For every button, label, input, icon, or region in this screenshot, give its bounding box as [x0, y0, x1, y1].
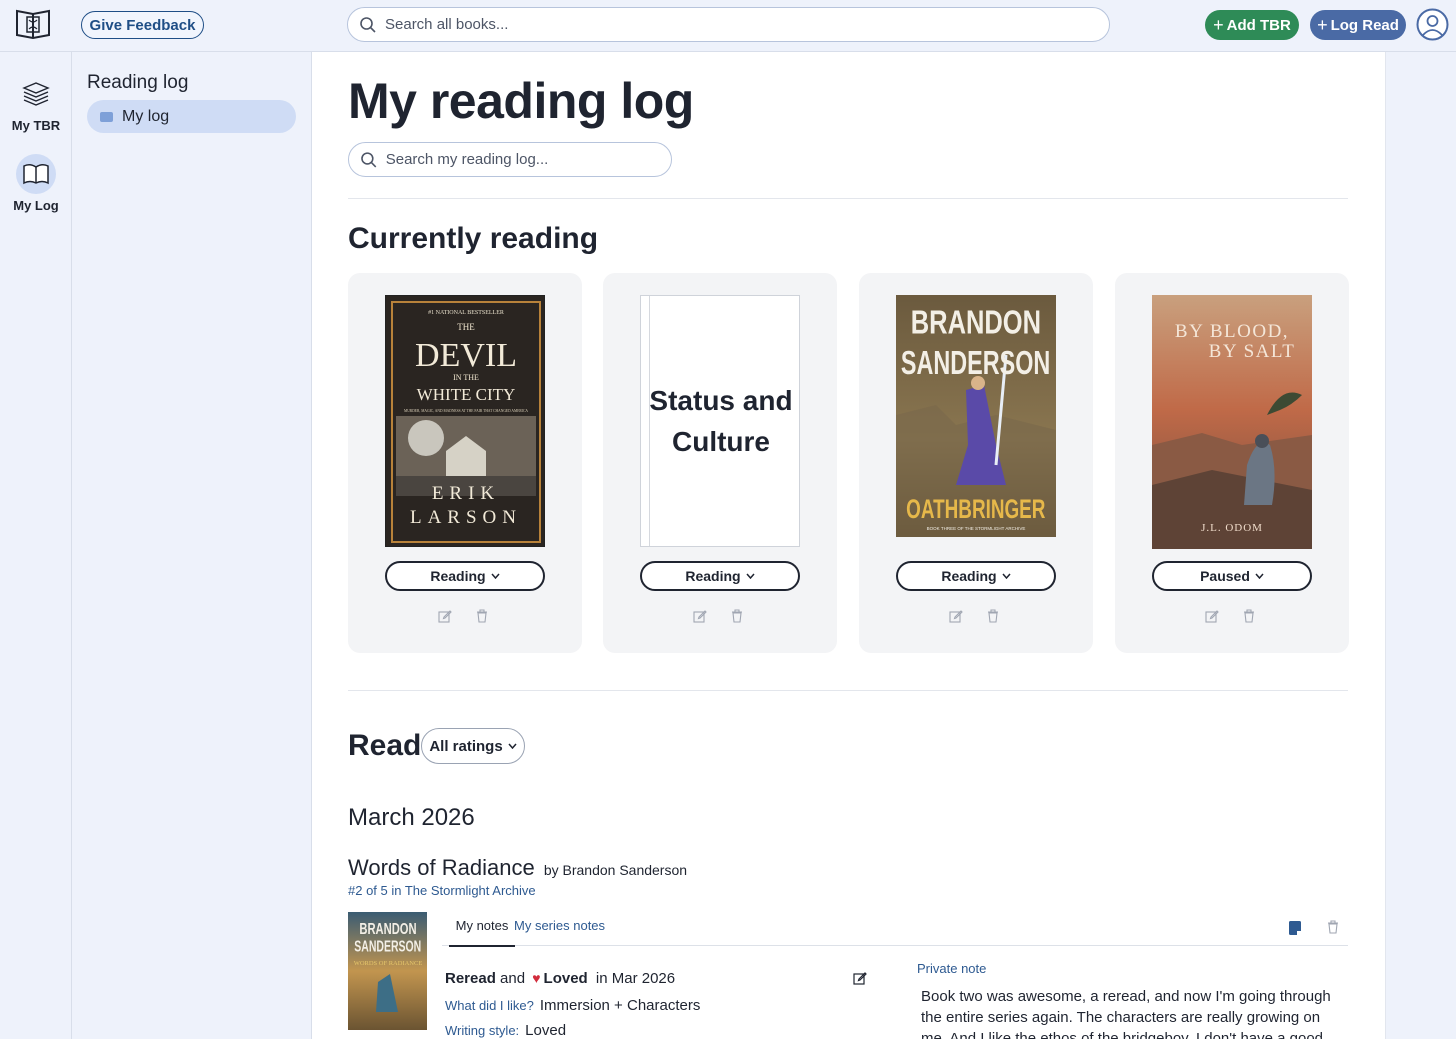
cover-text: DEVIL	[415, 337, 517, 374]
plus-icon: +	[1317, 14, 1328, 35]
ratings-filter-dropdown[interactable]: All ratings	[421, 728, 525, 764]
folder-icon	[100, 111, 113, 122]
cover-text: SANDERSON	[354, 938, 421, 956]
trash-icon[interactable]	[475, 609, 489, 623]
app-logo-icon[interactable]	[14, 7, 52, 40]
book-stack-icon	[16, 74, 56, 114]
edit-icon[interactable]	[693, 609, 707, 623]
cover-text: ERIK	[432, 483, 500, 504]
give-feedback-button[interactable]: Give Feedback	[81, 11, 204, 39]
chevron-down-icon	[508, 743, 517, 749]
currently-reading-heading: Currently reading	[348, 222, 599, 255]
tab-my-notes[interactable]: My notes	[449, 918, 515, 947]
read-book-title[interactable]: Words of Radiance by Brandon Sanderson	[348, 855, 687, 881]
reading-status-dropdown[interactable]: Reading	[640, 561, 800, 591]
edit-icon[interactable]	[853, 971, 867, 985]
notebook-icon[interactable]	[1288, 920, 1302, 936]
cover-text: OATHBRINGER	[906, 494, 1045, 524]
cover-text: WORDS OF RADIANCE	[354, 960, 423, 967]
private-note-label: Private note	[917, 961, 987, 976]
book-cover[interactable]: Status and Culture	[640, 295, 800, 547]
reading-status-dropdown[interactable]: Reading	[385, 561, 545, 591]
cover-text: BRANDON	[359, 920, 416, 937]
book-card[interactable]: #1 NATIONAL BESTSELLER THE DEVIL IN THE …	[348, 273, 582, 653]
global-search-input[interactable]	[385, 16, 1070, 33]
book-card[interactable]: BRANDON SANDERSON OATHBRINGER BOOK THREE…	[859, 273, 1093, 653]
sidebar-item-my-log[interactable]: My log	[87, 100, 296, 133]
edit-icon[interactable]	[1205, 609, 1219, 623]
private-note-text: Book two was awesome, a reread, and now …	[921, 988, 1331, 1039]
book-cover[interactable]: BRANDON SANDERSON OATHBRINGER BOOK THREE…	[896, 295, 1056, 537]
chevron-down-icon	[1002, 573, 1011, 579]
cover-text: Status and	[649, 385, 793, 416]
edit-icon[interactable]	[949, 609, 963, 623]
book-cover[interactable]: BRANDON SANDERSON WORDS OF RADIANCE	[348, 912, 427, 1030]
cover-text: BOOK THREE OF THE STORMLIGHT ARCHIVE	[927, 526, 1026, 531]
currently-reading-cards: #1 NATIONAL BESTSELLER THE DEVIL IN THE …	[348, 273, 1349, 653]
month-heading: March 2026	[348, 804, 475, 831]
chevron-down-icon	[491, 573, 500, 579]
plus-icon: +	[1213, 14, 1224, 35]
book-cover[interactable]: BY BLOOD, BY SALT J.L. ODOM	[1152, 295, 1312, 549]
chevron-down-icon	[746, 573, 755, 579]
edit-icon[interactable]	[438, 609, 452, 623]
cover-text: LARSON	[410, 507, 522, 528]
page-title: My reading log	[348, 73, 694, 129]
search-icon	[361, 151, 377, 167]
log-search-input[interactable]	[385, 151, 671, 168]
cover-text: WHITE CITY	[417, 385, 516, 404]
cover-text: IN THE	[453, 373, 479, 382]
liked-field: What did I like? Immersion + Characters	[445, 997, 701, 1014]
log-read-button[interactable]: + Log Read	[1310, 10, 1406, 40]
user-avatar-icon[interactable]	[1416, 8, 1449, 41]
book-card[interactable]: Status and Culture Reading	[603, 273, 837, 653]
writing-style-field: Writing style: Loved	[445, 1022, 567, 1039]
cover-text: BY SALT	[1209, 341, 1296, 362]
reading-status-dropdown[interactable]: Reading	[896, 561, 1056, 591]
divider	[348, 690, 1348, 691]
read-heading: Read	[348, 729, 422, 762]
heart-icon: ♥	[532, 970, 541, 986]
book-card[interactable]: BY BLOOD, BY SALT J.L. ODOM Paused	[1115, 273, 1349, 653]
open-book-icon	[16, 154, 56, 194]
card-actions	[693, 609, 753, 625]
icon-rail: My TBR My Log	[0, 52, 72, 1039]
note-actions	[1288, 920, 1340, 936]
rail-item-my-tbr[interactable]: My TBR	[0, 74, 72, 133]
search-icon	[360, 16, 376, 33]
book-cover[interactable]: #1 NATIONAL BESTSELLER THE DEVIL IN THE …	[385, 295, 545, 547]
trash-icon[interactable]	[986, 609, 1000, 623]
book-author: by Brandon Sanderson	[543, 862, 688, 878]
cover-text: SANDERSON	[901, 345, 1050, 382]
card-actions	[438, 609, 498, 625]
cover-text: THE	[457, 322, 475, 332]
log-search-bar[interactable]	[348, 142, 672, 177]
add-tbr-button[interactable]: + Add TBR	[1205, 10, 1299, 40]
main-content: My reading log Currently reading #1 NATI…	[312, 52, 1386, 1039]
cover-text: BRANDON	[911, 304, 1041, 341]
card-actions	[1205, 609, 1265, 625]
chevron-down-icon	[1255, 573, 1264, 579]
trash-icon[interactable]	[730, 609, 744, 623]
reading-status-dropdown[interactable]: Paused	[1152, 561, 1312, 591]
cover-text: J.L. ODOM	[1201, 522, 1263, 534]
cover-text: BY BLOOD,	[1175, 321, 1289, 342]
cover-text: #1 NATIONAL BESTSELLER	[428, 310, 504, 316]
divider	[348, 198, 1348, 199]
sidebar: Reading log My log	[72, 52, 312, 1039]
sidebar-title: Reading log	[87, 72, 189, 93]
book-series-link[interactable]: #2 of 5 in The Stormlight Archive	[348, 883, 536, 898]
rail-item-my-log[interactable]: My Log	[0, 154, 72, 213]
card-actions	[949, 609, 1009, 625]
read-status-line: Reread and ♥ Loved in Mar 2026	[445, 970, 676, 987]
global-search-bar[interactable]	[347, 7, 1110, 42]
trash-icon[interactable]	[1326, 920, 1340, 934]
tab-my-series-notes[interactable]: My series notes	[514, 918, 605, 933]
trash-icon[interactable]	[1242, 609, 1256, 623]
cover-text: Culture	[672, 426, 770, 457]
top-bar: Give Feedback +Add TBR +Log Read	[0, 0, 1456, 52]
notes-tabs: My notes My series notes	[442, 910, 1348, 947]
